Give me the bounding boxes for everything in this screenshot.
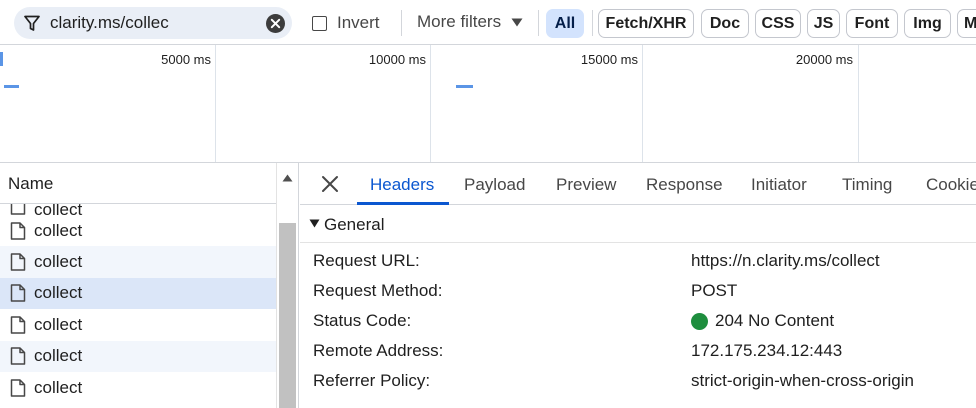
- request-url-row: Request URL: https://n.clarity.ms/collec…: [300, 247, 976, 277]
- overview-tick-label: 5000 ms: [161, 52, 211, 67]
- remote-address-value[interactable]: 172.175.234.12:443: [691, 341, 842, 361]
- tab-headers[interactable]: Headers: [370, 175, 434, 195]
- document-icon: [10, 204, 26, 215]
- remote-address-label: Remote Address:: [313, 341, 444, 360]
- request-name: collect: [34, 314, 83, 334]
- request-timing-bar: [456, 85, 473, 88]
- request-row[interactable]: collect: [0, 372, 276, 403]
- request-method-label: Request Method:: [313, 281, 443, 300]
- filter-input[interactable]: [50, 12, 270, 34]
- referrer-policy-value[interactable]: strict-origin-when-cross-origin: [691, 371, 914, 391]
- dropdown-arrow-icon: [511, 18, 523, 26]
- request-name: collect: [34, 346, 83, 366]
- scroll-up-arrow-icon[interactable]: [282, 174, 293, 182]
- request-url-label: Request URL:: [313, 251, 420, 270]
- request-row[interactable]: collect: [0, 340, 276, 372]
- filter-icon: [24, 15, 40, 31]
- invert-label: Invert: [337, 13, 380, 32]
- overview-grid-line: [430, 45, 431, 162]
- invert-toggle[interactable]: Invert: [312, 13, 380, 33]
- scrollbar-thumb[interactable]: [279, 223, 296, 408]
- general-section-header[interactable]: General: [300, 205, 976, 243]
- tab-preview[interactable]: Preview: [556, 175, 616, 195]
- invert-checkbox[interactable]: [312, 15, 327, 31]
- request-url-value[interactable]: https://n.clarity.ms/collect: [691, 251, 880, 271]
- document-icon: [10, 253, 26, 271]
- document-icon: [10, 378, 26, 397]
- type-filter-font[interactable]: Font: [846, 9, 898, 38]
- request-detail-pane: Headers Payload Preview Response Initiat…: [300, 163, 976, 408]
- request-name: collect: [34, 377, 83, 397]
- request-name: collect: [34, 204, 83, 215]
- overview-grid-line: [215, 45, 216, 162]
- request-name: collect: [34, 283, 83, 303]
- toolbar-divider: [538, 10, 539, 36]
- overview-grid-line: [642, 45, 643, 162]
- remote-address-row: Remote Address: 172.175.234.12:443: [300, 337, 976, 367]
- collapse-triangle-icon: [309, 219, 320, 228]
- detail-tabs: Headers Payload Preview Response Initiat…: [300, 163, 976, 205]
- request-list: Name collect collect collect collect col…: [0, 163, 299, 408]
- document-icon: [10, 221, 26, 240]
- referrer-policy-label: Referrer Policy:: [313, 371, 431, 390]
- general-section-title: General: [324, 215, 385, 234]
- request-list-header: Name: [0, 163, 276, 204]
- overview-tick-label: 20000 ms: [795, 52, 853, 67]
- type-filter-css[interactable]: CSS: [755, 9, 801, 38]
- request-row[interactable]: collect: [0, 215, 276, 246]
- request-timing-bar: [4, 85, 19, 88]
- network-overview[interactable]: 5000 ms 10000 ms 15000 ms 20000 ms: [0, 45, 976, 163]
- more-filters-dropdown[interactable]: More filters: [417, 12, 523, 32]
- request-rows: collect collect collect collect collect …: [0, 204, 276, 403]
- tab-cookies[interactable]: Cookies: [926, 175, 976, 195]
- status-code-text: 204 No Content: [715, 311, 835, 330]
- request-row[interactable]: collect: [0, 246, 276, 278]
- type-filter-img[interactable]: Img: [904, 9, 951, 38]
- overview-tick-label: 15000 ms: [580, 52, 638, 67]
- tab-response[interactable]: Response: [646, 175, 723, 195]
- status-code-value[interactable]: 204 No Content: [691, 311, 834, 331]
- filter-bar: Invert More filters All Fetch/XHR Doc CS…: [0, 0, 976, 45]
- request-row[interactable]: collect: [0, 204, 276, 215]
- document-icon: [10, 284, 26, 303]
- clear-filter-icon[interactable]: [266, 14, 285, 33]
- referrer-policy-row: Referrer Policy: strict-origin-when-cros…: [300, 367, 976, 397]
- document-icon: [10, 316, 26, 334]
- overview-tick-label: 10000 ms: [368, 52, 426, 67]
- type-filter-doc[interactable]: Doc: [701, 9, 749, 38]
- name-column-header[interactable]: Name: [8, 174, 53, 194]
- tab-timing[interactable]: Timing: [842, 175, 892, 195]
- type-filter-fetch-xhr[interactable]: Fetch/XHR: [598, 9, 694, 38]
- request-name: collect: [34, 220, 83, 240]
- request-name: collect: [34, 252, 83, 272]
- type-filter-js[interactable]: JS: [807, 9, 840, 38]
- request-method-value[interactable]: POST: [691, 281, 737, 301]
- request-row[interactable]: collect: [0, 309, 276, 340]
- filter-field[interactable]: [14, 7, 292, 39]
- status-code-row: Status Code: 204 No Content: [300, 307, 976, 337]
- tab-payload[interactable]: Payload: [464, 175, 525, 195]
- tab-initiator[interactable]: Initiator: [751, 175, 807, 195]
- toolbar-divider: [592, 10, 593, 36]
- request-row-selected[interactable]: collect: [0, 277, 276, 310]
- overview-left-marker: [0, 52, 3, 66]
- document-icon: [10, 347, 26, 365]
- toolbar-divider: [401, 10, 402, 36]
- type-filter-all[interactable]: All: [546, 9, 584, 38]
- close-icon[interactable]: [321, 175, 339, 193]
- more-filters-label: More filters: [417, 12, 502, 31]
- status-code-label: Status Code:: [313, 311, 412, 330]
- status-ok-icon: [691, 312, 708, 330]
- type-filter-media[interactable]: M: [957, 9, 976, 38]
- overview-grid-line: [858, 45, 859, 162]
- request-list-scrollbar[interactable]: [276, 163, 298, 408]
- request-method-row: Request Method: POST: [300, 277, 976, 307]
